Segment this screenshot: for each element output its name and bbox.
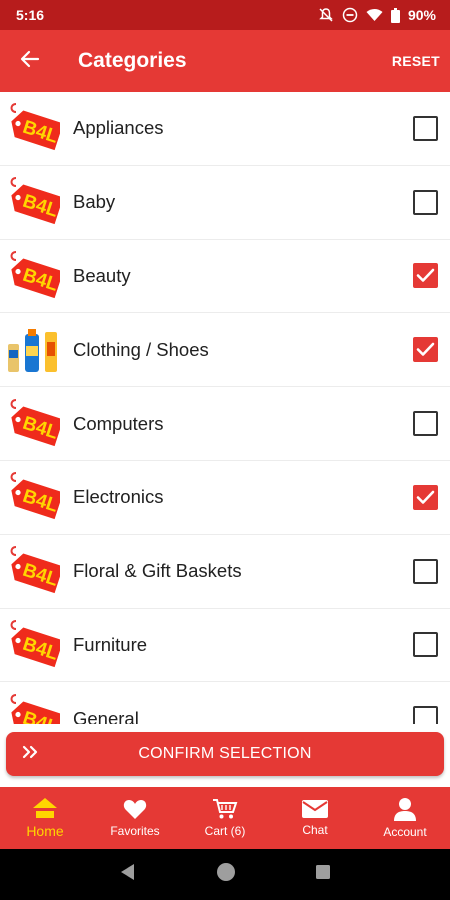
category-checkbox[interactable] <box>413 411 438 437</box>
category-label: Furniture <box>73 633 148 655</box>
home-icon <box>32 797 58 819</box>
battery-icon <box>390 7 400 23</box>
confirm-selection-label: CONFIRM SELECTION <box>138 745 312 762</box>
wifi-icon <box>366 8 383 22</box>
category-label: Clothing / Shoes <box>73 338 209 360</box>
category-label: Beauty <box>73 264 131 286</box>
b4l-logo-thumbnail: B4L <box>8 249 60 302</box>
nav-label-home: Home <box>26 823 64 839</box>
b4l-logo-thumbnail: B4L <box>8 471 60 524</box>
category-label: Electronics <box>73 486 164 508</box>
notifications-off-icon <box>318 7 334 23</box>
nav-label-cart: Cart (6) <box>204 824 246 838</box>
category-checkbox[interactable] <box>413 706 438 724</box>
checkmark-icon <box>416 268 435 283</box>
nav-item-favorites[interactable]: Favorites <box>90 787 180 849</box>
arrow-left-icon <box>20 49 40 74</box>
category-checkbox[interactable] <box>413 263 438 289</box>
category-row-floral-gift-baskets[interactable]: B4L Floral & Gift Baskets <box>0 535 450 609</box>
bottom-nav: Home Favorites Cart (6) Chat Account <box>0 787 450 849</box>
page-title: Categories <box>78 49 187 72</box>
nav-item-account[interactable]: Account <box>360 787 450 849</box>
b4l-logo-thumbnail: B4L <box>8 397 60 450</box>
category-label: Appliances <box>73 117 164 139</box>
category-checkbox[interactable] <box>413 558 438 584</box>
category-row-beauty[interactable]: B4L Beauty <box>0 240 450 314</box>
status-icons: 90% <box>318 7 436 23</box>
b4l-logo-thumbnail: B4L <box>8 692 60 724</box>
person-icon <box>393 797 417 821</box>
nav-item-cart[interactable]: Cart (6) <box>180 787 270 849</box>
category-row-clothing-shoes[interactable]: Clothing / Shoes <box>0 313 450 388</box>
system-recents-icon[interactable] <box>315 864 331 885</box>
category-checkbox[interactable] <box>413 115 438 141</box>
b4l-logo-thumbnail: B4L <box>8 102 60 155</box>
nav-label-chat: Chat <box>302 823 328 837</box>
category-row-general[interactable]: B4L General <box>0 682 450 724</box>
do-not-disturb-icon <box>342 7 358 23</box>
checkmark-icon <box>416 490 435 505</box>
category-row-electronics[interactable]: B4L Electronics <box>0 461 450 535</box>
mail-icon <box>301 799 329 819</box>
category-checkbox[interactable] <box>413 484 438 510</box>
category-checkbox[interactable] <box>413 632 438 658</box>
category-row-furniture[interactable]: B4L Furniture <box>0 609 450 683</box>
b4l-logo-thumbnail: B4L <box>8 176 60 229</box>
category-label: Baby <box>73 191 116 213</box>
system-nav-bar <box>0 849 450 900</box>
category-label: General <box>73 707 139 724</box>
category-row-appliances[interactable]: B4L Appliances <box>0 92 450 166</box>
back-button[interactable] <box>0 30 60 92</box>
system-back-icon[interactable] <box>119 863 137 886</box>
category-label: Floral & Gift Baskets <box>73 560 242 582</box>
cart-icon <box>212 798 238 820</box>
checkmark-icon <box>416 342 435 357</box>
heart-icon <box>123 798 147 820</box>
reset-button[interactable]: RESET <box>392 53 440 69</box>
b4l-logo-thumbnail: B4L <box>8 618 60 671</box>
category-thumbnail-products <box>8 323 60 376</box>
status-bar: 5:16 90% <box>0 0 450 30</box>
nav-item-home[interactable]: Home <box>0 787 90 849</box>
category-list[interactable]: B4L Appliances B4L Baby B4L Beauty Cloth… <box>0 92 450 724</box>
category-row-baby[interactable]: B4L Baby <box>0 166 450 240</box>
nav-label-favorites: Favorites <box>110 824 160 838</box>
battery-level: 90% <box>407 7 436 23</box>
category-checkbox[interactable] <box>413 189 438 215</box>
status-time: 5:16 <box>16 7 45 23</box>
b4l-logo-thumbnail: B4L <box>8 545 60 598</box>
category-row-computers[interactable]: B4L Computers <box>0 387 450 461</box>
nav-item-chat[interactable]: Chat <box>270 787 360 849</box>
nav-label-account: Account <box>383 825 427 839</box>
app-bar: Categories RESET <box>0 30 450 92</box>
system-home-icon[interactable] <box>215 861 237 888</box>
confirm-selection-button[interactable]: CONFIRM SELECTION <box>6 732 444 776</box>
category-label: Computers <box>73 412 164 434</box>
category-checkbox[interactable] <box>413 337 438 363</box>
double-chevron-right-icon <box>22 745 40 764</box>
